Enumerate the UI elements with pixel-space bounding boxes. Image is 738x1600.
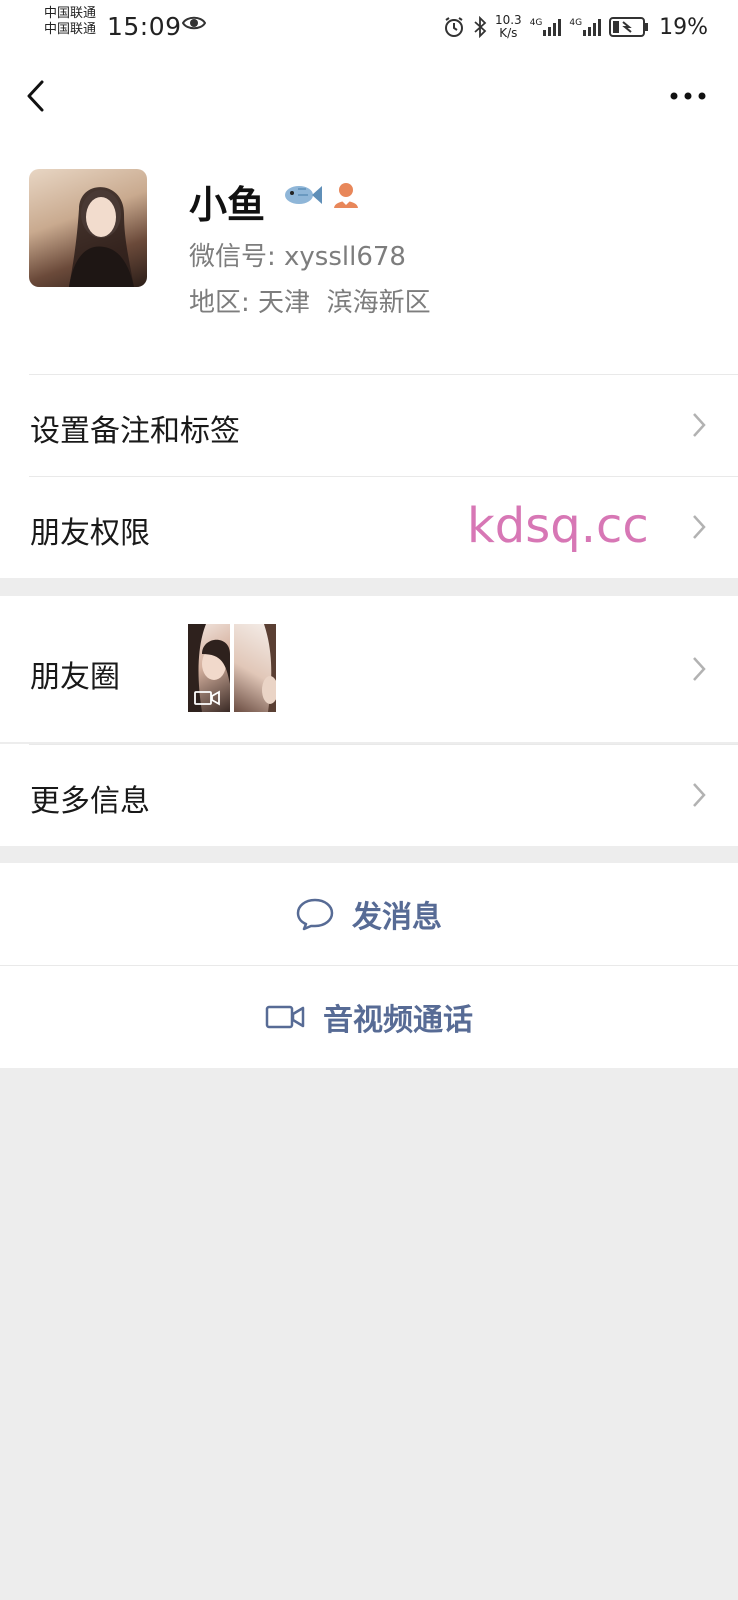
video-icon <box>194 690 220 706</box>
region-line: 地区: 天津 滨海新区 <box>189 282 431 319</box>
divider <box>29 374 738 375</box>
clock: 15:09 <box>107 12 182 41</box>
divider <box>29 476 738 477</box>
chevron-right-icon <box>693 657 706 681</box>
video-call-label: 音视频通话 <box>323 1003 473 1038</box>
carrier-1: 中国联通 <box>44 6 97 21</box>
battery-percentage: 19% <box>659 14 708 40</box>
more-options-icon[interactable] <box>668 88 708 104</box>
friend-permissions-row[interactable]: 朋友权限 kdsq.cc <box>0 476 738 578</box>
moments-thumbnail <box>188 624 230 712</box>
moments-thumbnail <box>234 624 276 712</box>
avatar-illustration <box>69 187 134 287</box>
back-arrow-icon[interactable] <box>22 76 52 116</box>
video-call-button[interactable]: 音视频通话 <box>0 965 738 1068</box>
avatar[interactable] <box>29 169 147 287</box>
moments-label: 朋友圈 <box>30 660 120 695</box>
chevron-right-icon <box>693 515 706 539</box>
wechat-id-line: 微信号: xyssll678 <box>189 236 406 273</box>
moments-thumbnails <box>188 624 276 712</box>
chevron-right-icon <box>693 783 706 807</box>
profile-header: 小鱼 微信号: xyssll678 地区: 天津 滨海新区 <box>0 144 738 374</box>
fish-icon <box>285 186 322 204</box>
moments-row[interactable]: 朋友圈 <box>0 596 738 742</box>
bluetooth-icon <box>474 16 487 38</box>
region-district: 滨海新区 <box>326 288 431 318</box>
moments-photo <box>262 624 276 712</box>
signal-strength-1: 4G <box>530 18 562 36</box>
video-camera-icon <box>265 1005 305 1029</box>
net-speed-unit: K/s <box>499 26 518 40</box>
more-info-label: 更多信息 <box>30 784 150 819</box>
signal-icon <box>583 19 602 36</box>
region-label: 地区: <box>189 288 250 318</box>
wechat-id-label: 微信号: <box>189 242 276 272</box>
remarks-tags-label: 设置备注和标签 <box>30 414 240 449</box>
chat-bubble-icon <box>296 898 334 931</box>
network-speed: 10.3 K/s <box>495 14 522 40</box>
signal-icon <box>543 19 562 36</box>
watermark-text: kdsq.cc <box>467 498 649 554</box>
divider <box>0 965 738 966</box>
signal-2-label: 4G <box>569 18 583 28</box>
status-icons: 10.3 K/s 4G 4G 19% <box>443 10 708 44</box>
divider <box>29 744 738 745</box>
more-info-row[interactable]: 更多信息 <box>0 744 738 846</box>
chevron-right-icon <box>693 413 706 437</box>
signal-strength-2: 4G <box>569 18 602 36</box>
send-message-button[interactable]: 发消息 <box>0 863 738 965</box>
wechat-id-value: xyssll678 <box>284 242 406 272</box>
signal-1-label: 4G <box>529 18 543 28</box>
remarks-tags-row[interactable]: 设置备注和标签 <box>0 374 738 476</box>
nav-bar <box>0 54 738 144</box>
avatar-status-icon <box>334 183 358 208</box>
battery-charging-icon <box>609 17 649 37</box>
send-message-label: 发消息 <box>352 900 442 935</box>
contact-name: 小鱼 <box>189 183 266 227</box>
profile-badges <box>282 180 360 210</box>
alarm-icon <box>444 17 463 37</box>
region-city: 天津 <box>258 288 311 318</box>
status-bar: 中国联通 中国联通 15:09 10.3 K/s 4G 4G 19% <box>0 0 738 54</box>
carrier-2: 中国联通 <box>44 22 97 37</box>
eye-icon <box>182 16 206 30</box>
friend-permissions-label: 朋友权限 <box>30 516 150 551</box>
carrier-info: 中国联通 中国联通 <box>44 6 96 38</box>
